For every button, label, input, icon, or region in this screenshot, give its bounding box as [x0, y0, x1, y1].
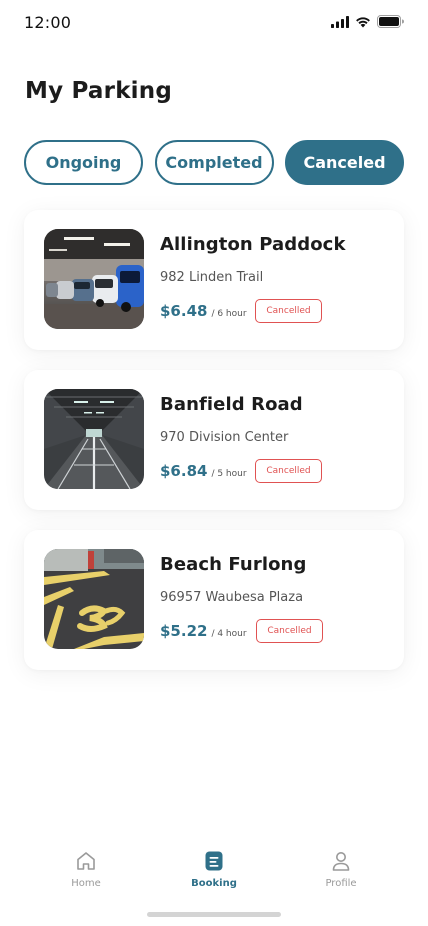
parking-lot-marking-image — [44, 549, 144, 649]
status-bar: 12:00 — [0, 0, 428, 44]
home-icon — [77, 852, 95, 870]
home-indicator — [147, 912, 281, 917]
wifi-icon — [356, 16, 370, 27]
parking-name: Beach Furlong — [160, 554, 307, 575]
page-title: My Parking — [25, 78, 173, 104]
status-badge: Cancelled — [255, 299, 322, 323]
signal-icon — [331, 15, 349, 28]
nav-home[interactable]: Home — [46, 850, 126, 889]
tab-canceled[interactable]: Canceled — [285, 140, 404, 185]
parking-address: 970 Division Center — [160, 430, 289, 445]
booking-status-tabs: Ongoing Completed Canceled — [24, 140, 404, 185]
nav-label-profile: Profile — [325, 878, 357, 889]
tab-completed[interactable]: Completed — [154, 140, 274, 185]
parking-name: Banfield Road — [160, 394, 303, 415]
price-row: $5.22 / 4 hour — [160, 622, 247, 640]
parking-garage-empty-image — [44, 389, 144, 489]
parking-name: Allington Paddock — [160, 234, 346, 255]
booking-card[interactable]: Allington Paddock 982 Linden Trail $6.48… — [24, 210, 404, 350]
battery-icon — [377, 15, 404, 28]
parking-address: 982 Linden Trail — [160, 270, 264, 285]
duration: / 4 hour — [211, 629, 247, 639]
price-row: $6.48 / 6 hour — [160, 302, 247, 320]
nav-label-booking: Booking — [191, 878, 237, 889]
status-time: 12:00 — [24, 13, 72, 32]
price: $6.84 — [160, 462, 208, 480]
status-badge: Cancelled — [255, 459, 322, 483]
bottom-navigation: Home Booking Profile — [0, 840, 428, 900]
profile-icon — [332, 852, 350, 871]
nav-booking[interactable]: Booking — [174, 850, 254, 889]
booking-card[interactable]: Beach Furlong 96957 Waubesa Plaza $5.22 … — [24, 530, 404, 670]
duration: / 5 hour — [211, 469, 247, 479]
duration: / 6 hour — [211, 309, 247, 319]
nav-profile[interactable]: Profile — [301, 850, 381, 889]
parking-address: 96957 Waubesa Plaza — [160, 590, 304, 605]
booking-card[interactable]: Banfield Road 970 Division Center $6.84 … — [24, 370, 404, 510]
price: $6.48 — [160, 302, 208, 320]
nav-label-home: Home — [71, 878, 101, 889]
parking-garage-cars-image — [44, 229, 144, 329]
price: $5.22 — [160, 622, 208, 640]
tab-ongoing[interactable]: Ongoing — [24, 140, 143, 185]
status-badge: Cancelled — [256, 619, 323, 643]
price-row: $6.84 / 5 hour — [160, 462, 247, 480]
status-icons — [331, 15, 404, 28]
booking-icon — [205, 851, 223, 871]
